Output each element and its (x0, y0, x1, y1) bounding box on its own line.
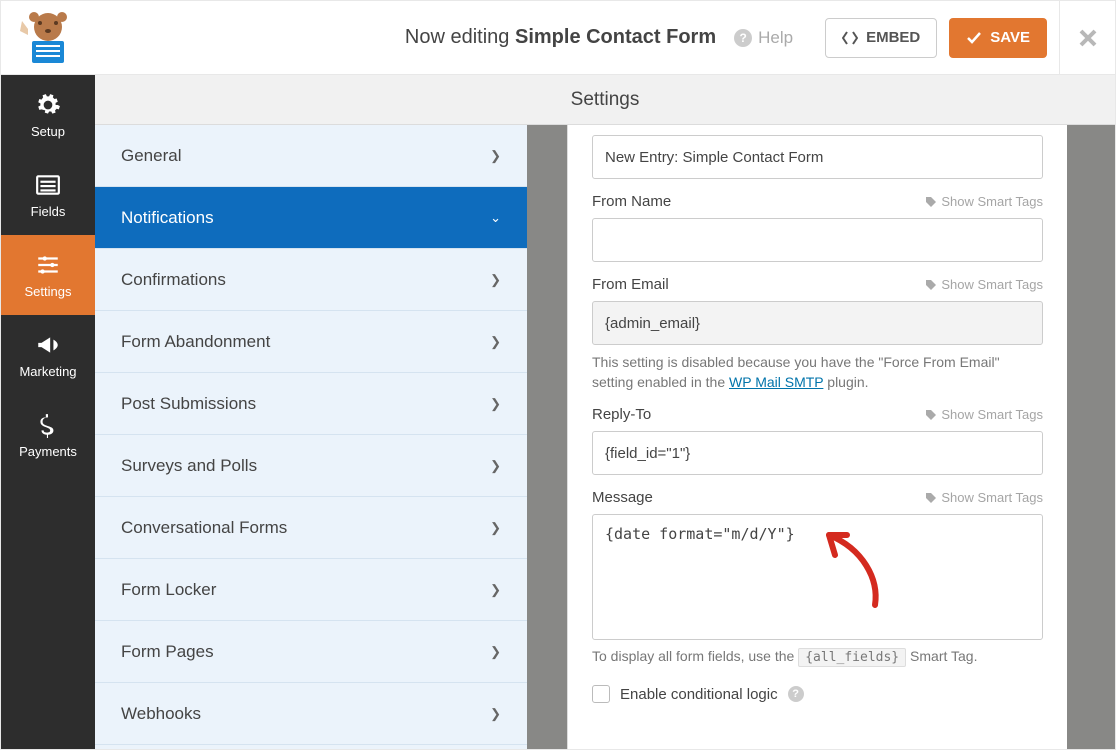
wpforms-logo (1, 1, 95, 75)
conditional-logic-label: Enable conditional logic (620, 686, 778, 703)
top-toolbar: Now editing Simple Contact Form ? Help E… (1, 1, 1115, 75)
from-email-input (592, 301, 1043, 345)
rail-setup[interactable]: Setup (1, 75, 95, 155)
code-icon (842, 31, 858, 45)
list-icon (35, 172, 61, 198)
chevron-right-icon: ❯ (490, 272, 501, 288)
dollar-icon (35, 412, 61, 438)
settings-heading: Settings (95, 75, 1115, 125)
message-label: Message (592, 489, 653, 506)
nav-conversational-forms[interactable]: Conversational Forms❯ (95, 497, 527, 559)
from-email-help: This setting is disabled because you hav… (592, 353, 1043, 392)
all-fields-tagcode: {all_fields} (798, 648, 906, 667)
nav-surveys-polls[interactable]: Surveys and Polls❯ (95, 435, 527, 497)
help-icon[interactable]: ? (788, 686, 804, 702)
chevron-right-icon: ❯ (490, 520, 501, 536)
close-icon (1078, 28, 1098, 48)
nav-form-pages[interactable]: Form Pages❯ (95, 621, 527, 683)
check-icon (966, 31, 982, 45)
chevron-down-icon: ⌄ (490, 210, 501, 226)
nav-form-locker[interactable]: Form Locker❯ (95, 559, 527, 621)
chevron-right-icon: ❯ (490, 582, 501, 598)
reply-to-input[interactable] (592, 431, 1043, 475)
nav-form-abandonment[interactable]: Form Abandonment❯ (95, 311, 527, 373)
message-textarea[interactable] (592, 514, 1043, 640)
settings-nav: General❯ Notifications⌄ Confirmations❯ F… (95, 125, 527, 749)
sliders-icon (35, 252, 61, 278)
rail-fields[interactable]: Fields (1, 155, 95, 235)
chevron-right-icon: ❯ (490, 334, 501, 350)
nav-post-submissions[interactable]: Post Submissions❯ (95, 373, 527, 435)
tag-icon (925, 196, 937, 208)
notification-settings-panel: From Name Show Smart Tags From Email (567, 125, 1067, 749)
embed-button[interactable]: EMBED (825, 18, 937, 58)
bullhorn-icon (35, 332, 61, 358)
wp-mail-smtp-link[interactable]: WP Mail SMTP (729, 374, 823, 390)
nav-confirmations[interactable]: Confirmations❯ (95, 249, 527, 311)
nav-notifications[interactable]: Notifications⌄ (95, 187, 527, 249)
smart-tags-message[interactable]: Show Smart Tags (925, 490, 1043, 505)
help-icon: ? (734, 29, 752, 47)
gear-icon (35, 92, 61, 118)
conditional-logic-checkbox[interactable] (592, 685, 610, 703)
chevron-right-icon: ❯ (490, 458, 501, 474)
from-name-label: From Name (592, 193, 671, 210)
smart-tags-reply-to[interactable]: Show Smart Tags (925, 407, 1043, 422)
rail-marketing[interactable]: Marketing (1, 315, 95, 395)
tag-icon (925, 492, 937, 504)
smart-tags-from-name[interactable]: Show Smart Tags (925, 194, 1043, 209)
help-link[interactable]: ? Help (734, 28, 793, 48)
save-button[interactable]: SAVE (949, 18, 1047, 58)
from-name-input[interactable] (592, 218, 1043, 262)
from-email-label: From Email (592, 276, 669, 293)
editing-label: Now editing Simple Contact Form (405, 26, 716, 49)
icon-sidebar: Setup Fields Settings Marketing Payments (1, 75, 95, 749)
rail-payments[interactable]: Payments (1, 395, 95, 475)
nav-general[interactable]: General❯ (95, 125, 527, 187)
gutter-right (1067, 125, 1115, 749)
tag-icon (925, 409, 937, 421)
all-fields-note: To display all form fields, use the {all… (592, 648, 1043, 665)
gutter-left (527, 125, 567, 749)
chevron-right-icon: ❯ (490, 644, 501, 660)
rail-settings[interactable]: Settings (1, 235, 95, 315)
chevron-right-icon: ❯ (490, 396, 501, 412)
chevron-right-icon: ❯ (490, 148, 501, 164)
reply-to-label: Reply-To (592, 406, 651, 423)
nav-webhooks[interactable]: Webhooks❯ (95, 683, 527, 745)
email-subject-input[interactable] (592, 135, 1043, 179)
chevron-right-icon: ❯ (490, 706, 501, 722)
close-button[interactable] (1059, 1, 1115, 75)
smart-tags-from-email[interactable]: Show Smart Tags (925, 277, 1043, 292)
tag-icon (925, 279, 937, 291)
